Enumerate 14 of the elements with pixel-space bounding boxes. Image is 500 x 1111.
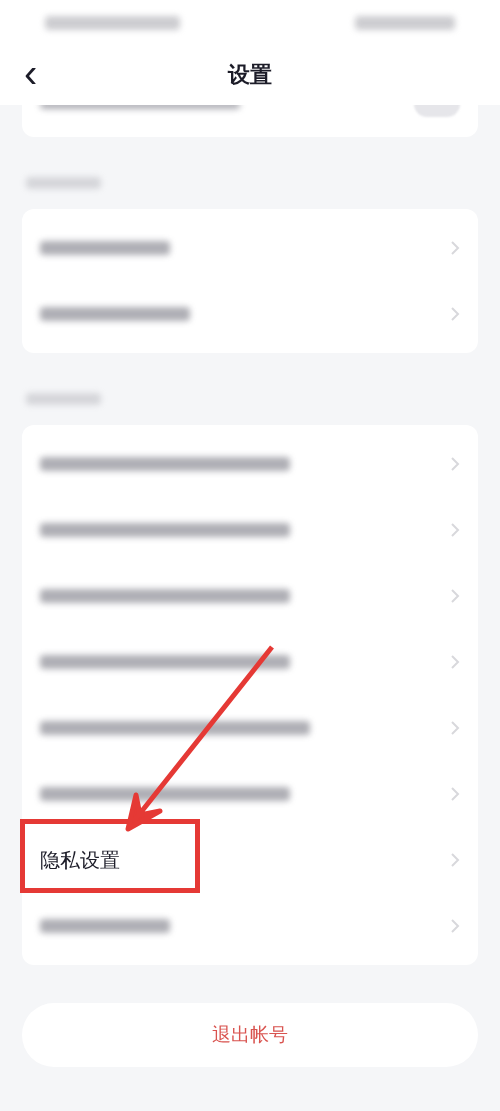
logout-button[interactable]: 退出帐号 [22, 1003, 478, 1067]
chevron-icon [450, 654, 460, 670]
chevron-icon [450, 720, 460, 736]
chevron-icon [450, 306, 460, 322]
chevron-icon [450, 456, 460, 472]
chevron-icon [450, 786, 460, 802]
chevron-icon [450, 918, 460, 934]
chevron-icon [450, 522, 460, 538]
settings-item[interactable]: 隐私设置 [40, 846, 120, 874]
chevron-icon [450, 852, 460, 868]
chevron-icon [450, 240, 460, 256]
chevron-icon [450, 588, 460, 604]
page-title: 设置 [228, 61, 272, 89]
back-button[interactable]: ‹ [18, 55, 44, 91]
